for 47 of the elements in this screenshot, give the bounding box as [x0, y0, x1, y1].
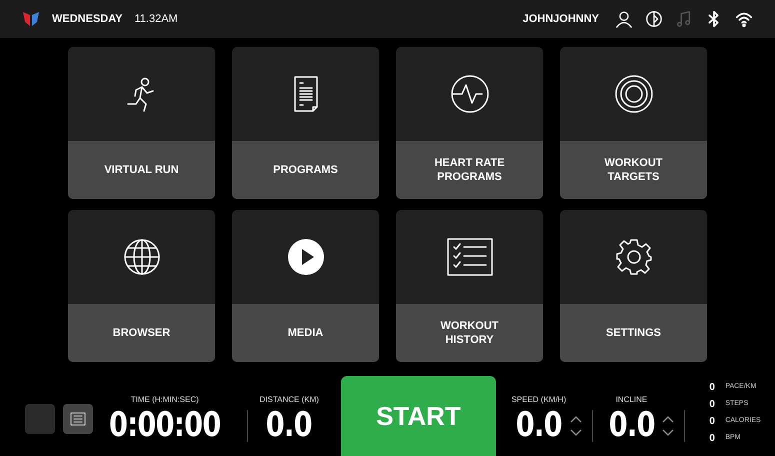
menu-tile[interactable]: HEART RATE PROGRAMS [396, 47, 543, 199]
tile-label: HEART RATE PROGRAMS [433, 156, 506, 184]
tile-label: WORKOUT TARGETS [603, 156, 664, 184]
tile-label: PROGRAMS [273, 163, 338, 177]
metric-value: 0.0 [266, 406, 312, 444]
play-icon [286, 237, 326, 277]
user-name: JOHNJOHNNY [522, 12, 599, 27]
stat-value: 0 [709, 415, 716, 429]
tile-label: VIRTUAL RUN [104, 163, 179, 177]
list-button[interactable] [63, 404, 93, 434]
chevron-down-icon[interactable] [662, 429, 674, 437]
stat-value: 0 [709, 432, 716, 446]
menu-tile[interactable]: SETTINGS [560, 210, 707, 362]
stat-value: 0 [709, 398, 716, 412]
stat-value: 0 [709, 381, 716, 395]
chevron-down-icon[interactable] [570, 429, 582, 437]
menu-tile[interactable]: WORKOUT HISTORY [396, 210, 543, 362]
metric-label: TIME (H:MIN:SEC) [130, 394, 199, 406]
menu-tile[interactable]: MEDIA [232, 210, 379, 362]
heartbeat-icon [450, 74, 490, 114]
settings-icon [614, 237, 654, 277]
tile-label: WORKOUT HISTORY [439, 319, 500, 347]
list-icon [70, 412, 86, 426]
globe-icon [122, 237, 162, 277]
tile-label: BROWSER [112, 326, 170, 340]
metric-label: SPEED (KM/H) [511, 394, 566, 406]
metric-label: DISTANCE (KM) [260, 394, 319, 406]
tile-label: MEDIA [288, 326, 324, 340]
wifi-icon[interactable] [735, 10, 753, 28]
user-icon[interactable] [615, 10, 633, 28]
metric-value: 0.0 [516, 406, 562, 444]
chevron-up-icon[interactable] [662, 415, 674, 423]
menu-tile[interactable]: PROGRAMS [232, 47, 379, 199]
metric-value: 0:00:00 [108, 406, 221, 444]
metric-value: 0.0 [608, 406, 655, 444]
menu-tile[interactable]: WORKOUT TARGETS [560, 47, 707, 199]
logo-icon [22, 11, 40, 27]
time-label: 11.32AM [134, 12, 178, 27]
day-label: WEDNESDAY [52, 12, 122, 27]
tile-label: SETTINGS [606, 326, 661, 340]
metric-label: INCLINE [616, 394, 648, 406]
menu-tile[interactable]: BROWSER [68, 210, 215, 362]
sound-icon[interactable] [645, 10, 663, 28]
target-icon [614, 74, 654, 114]
checklist-icon [446, 237, 494, 277]
chevron-up-icon[interactable] [570, 415, 582, 423]
menu-tile[interactable]: VIRTUAL RUN [68, 47, 215, 199]
